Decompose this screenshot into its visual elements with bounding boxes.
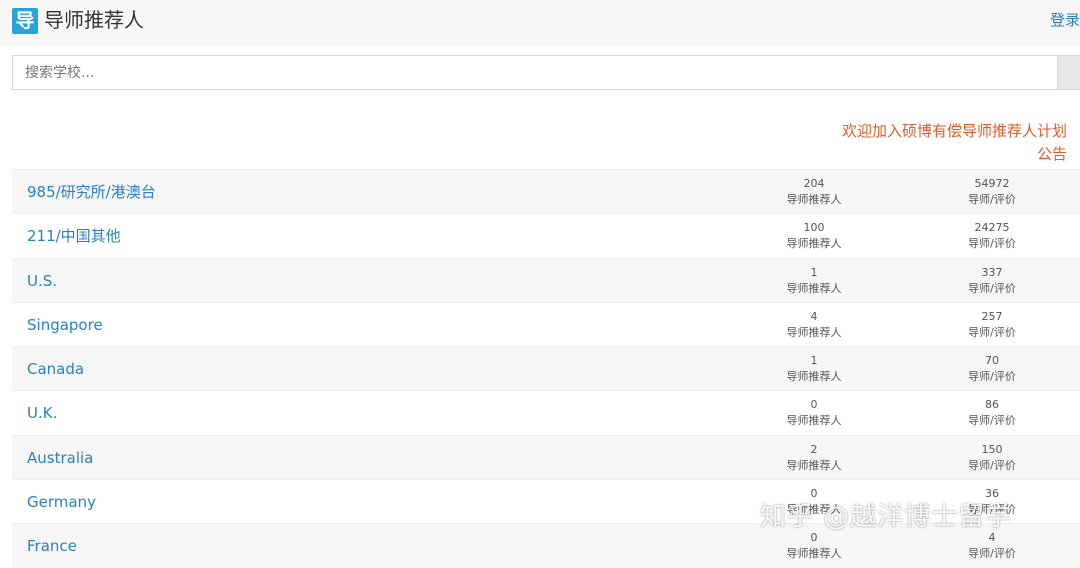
- category-row[interactable]: Australia 2 导师推荐人 150 导师/评价: [12, 434, 1080, 480]
- mentor-count-value: 204: [803, 177, 825, 190]
- review-count-label: 导师/评价: [968, 458, 1016, 472]
- category-row[interactable]: U.K. 0 导师推荐人 86 导师/评价: [12, 390, 1080, 434]
- mentor-count-value: 1: [810, 354, 818, 368]
- review-count: 86 导师/评价: [932, 397, 1052, 429]
- mentor-count-label: 导师推荐人: [786, 237, 842, 251]
- mentor-count-label: 导师推荐人: [786, 325, 842, 339]
- login-link[interactable]: 登录: [1050, 9, 1080, 31]
- review-count-label: 导师/评价: [968, 193, 1016, 206]
- mentor-count-label: 导师推荐人: [786, 370, 842, 384]
- review-count: 4 导师/评价: [932, 530, 1052, 562]
- category-row[interactable]: 211/中国其他 100 导师推荐人 24275 导师/评价: [12, 213, 1080, 257]
- category-row[interactable]: Singapore 4 导师推荐人 257 导师/评价: [12, 301, 1080, 346]
- mentor-count-label: 导师推荐人: [786, 414, 842, 428]
- mentor-count-value: 2: [810, 442, 818, 456]
- review-count-label: 导师/评价: [968, 281, 1016, 295]
- review-count: 70 导师/评价: [932, 353, 1052, 385]
- top-header: 导 导师推荐人 登录: [0, 0, 1080, 46]
- review-count-label: 导师/评价: [968, 237, 1016, 251]
- category-row[interactable]: Canada 1 导师推荐人 70 导师/评价: [12, 346, 1080, 391]
- review-count-value: 337: [981, 265, 1003, 279]
- category-row[interactable]: 985/研究所/港澳台 204 导师推荐人 54972 导师/评价: [12, 169, 1080, 214]
- review-count-value: 24275: [974, 221, 1010, 235]
- review-count-value: 257: [981, 309, 1003, 323]
- mentor-count-label: 导师推荐人: [786, 458, 842, 472]
- announcement-join-link[interactable]: 欢迎加入硕博有偿导师推荐人计划: [842, 120, 1067, 143]
- review-count-label: 导师/评价: [968, 414, 1016, 428]
- logo-icon[interactable]: 导: [12, 8, 38, 34]
- review-count-value: 70: [985, 354, 999, 368]
- review-count: 337 导师/评价: [932, 265, 1052, 297]
- review-count-value: 54972: [974, 177, 1010, 190]
- category-row[interactable]: U.S. 1 导师推荐人 337 导师/评价: [12, 257, 1080, 302]
- mentor-count: 100 导师推荐人: [754, 220, 874, 252]
- mentor-count-label: 导师推荐人: [786, 281, 842, 295]
- mentor-count: 0 导师推荐人: [754, 530, 874, 562]
- mentor-count-value: 4: [810, 309, 818, 323]
- category-name-link[interactable]: Australia: [27, 447, 93, 469]
- review-count: 257 导师/评价: [932, 309, 1052, 341]
- category-name-link[interactable]: 985/研究所/港澳台: [27, 181, 156, 203]
- announcement: 欢迎加入硕博有偿导师推荐人计划 公告: [842, 120, 1067, 166]
- search-bar: [12, 55, 1080, 90]
- mentor-count-label: 导师推荐人: [786, 193, 842, 206]
- review-count: 54972 导师/评价: [932, 176, 1052, 208]
- review-count-value: 150: [981, 442, 1003, 456]
- category-name-link[interactable]: Singapore: [27, 314, 103, 336]
- category-name-link[interactable]: Germany: [27, 491, 96, 513]
- mentor-count: 4 导师推荐人: [754, 309, 874, 341]
- announcement-notice-link[interactable]: 公告: [842, 143, 1067, 166]
- category-name-link[interactable]: 211/中国其他: [27, 225, 121, 247]
- review-count-label: 导师/评价: [968, 370, 1016, 384]
- category-name-link[interactable]: France: [27, 535, 77, 557]
- review-count: 150 导师/评价: [932, 442, 1052, 474]
- mentor-count: 2 导师推荐人: [754, 442, 874, 474]
- search-button[interactable]: [1057, 56, 1080, 89]
- review-count-label: 导师/评价: [968, 325, 1016, 339]
- mentor-count: 1 导师推荐人: [754, 353, 874, 385]
- mentor-count-value: 1: [810, 265, 818, 279]
- watermark: 知乎 @越洋博士留学: [760, 502, 1013, 532]
- search-input[interactable]: [13, 56, 1056, 89]
- review-count-label: 导师/评价: [968, 547, 1016, 561]
- category-name-link[interactable]: U.S.: [27, 270, 57, 292]
- mentor-count-value: 0: [810, 398, 818, 412]
- category-name-link[interactable]: U.K.: [27, 402, 57, 424]
- review-count: 24275 导师/评价: [932, 220, 1052, 252]
- mentor-count: 204 导师推荐人: [754, 176, 874, 208]
- review-count-value: 86: [985, 398, 999, 412]
- category-name-link[interactable]: Canada: [27, 358, 84, 380]
- mentor-count-label: 导师推荐人: [786, 547, 842, 561]
- mentor-count-value: 100: [803, 221, 825, 235]
- app-title[interactable]: 导师推荐人: [44, 7, 144, 33]
- mentor-count: 0 导师推荐人: [754, 397, 874, 429]
- mentor-count: 1 导师推荐人: [754, 265, 874, 297]
